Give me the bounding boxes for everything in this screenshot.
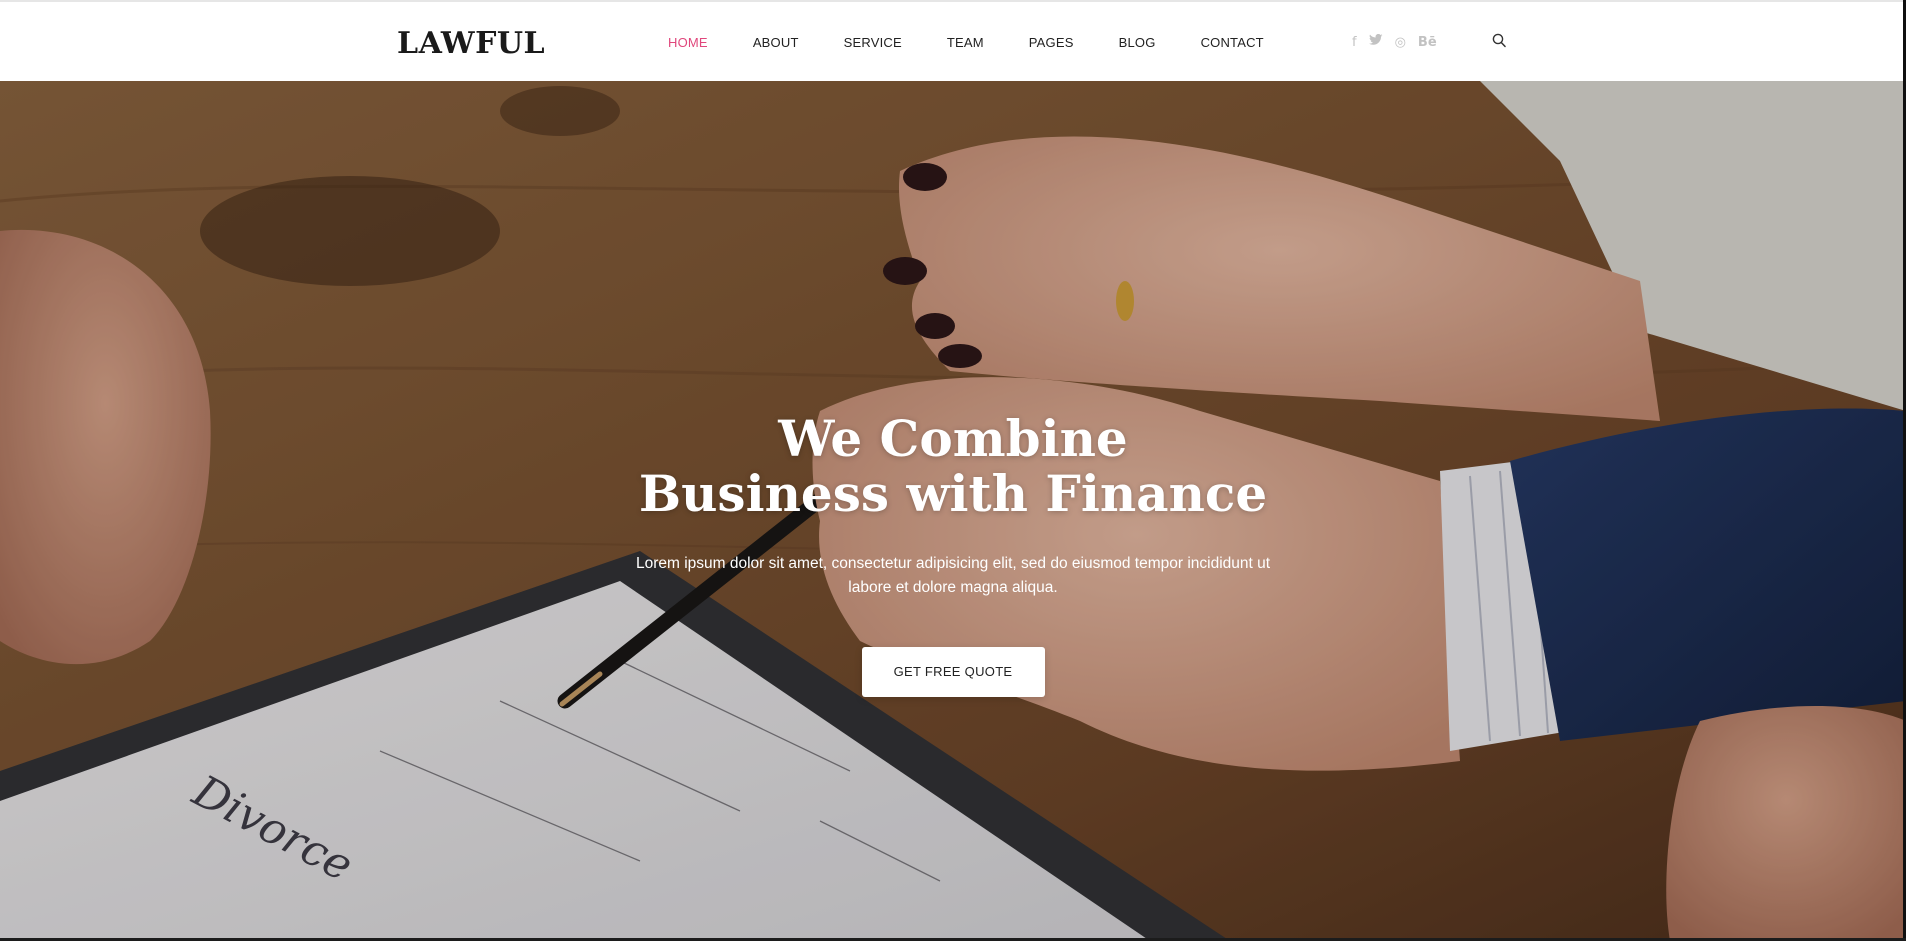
hero-title-line-2: Business with Finance: [638, 464, 1268, 523]
site-header: LAWFUL HOME ABOUT SERVICE TEAM PAGES BLO…: [0, 0, 1906, 81]
hero-title: We Combine Business with Finance: [553, 411, 1353, 521]
main-nav: HOME ABOUT SERVICE TEAM PAGES BLOG CONTA…: [668, 32, 1309, 54]
dribbble-icon[interactable]: ◎: [1395, 33, 1406, 53]
social-links: f ◎ Bē: [1352, 33, 1449, 53]
nav-item-blog[interactable]: BLOG: [1119, 32, 1156, 54]
facebook-icon[interactable]: f: [1352, 33, 1357, 53]
site-logo[interactable]: LAWFUL: [397, 24, 545, 64]
nav-item-pages[interactable]: PAGES: [1029, 32, 1074, 54]
nav-item-service[interactable]: SERVICE: [844, 32, 902, 54]
twitter-bird-glyph: [1368, 33, 1383, 45]
hero-content: We Combine Business with Finance Lorem i…: [553, 411, 1353, 697]
get-free-quote-button[interactable]: GET FREE QUOTE: [861, 647, 1045, 697]
nav-item-contact[interactable]: CONTACT: [1201, 32, 1264, 54]
hero-section: Divorce We Combine Business with Finance…: [0, 81, 1906, 941]
hero-title-line-1: We Combine: [778, 409, 1128, 468]
nav-item-home[interactable]: HOME: [668, 32, 708, 54]
search-icon: [1492, 33, 1506, 48]
behance-icon[interactable]: Bē: [1418, 33, 1437, 53]
page: LAWFUL HOME ABOUT SERVICE TEAM PAGES BLO…: [0, 0, 1906, 941]
nav-item-about[interactable]: ABOUT: [753, 32, 799, 54]
hero-description: Lorem ipsum dolor sit amet, consectetur …: [635, 555, 1271, 596]
nav-item-team[interactable]: TEAM: [947, 32, 984, 54]
twitter-icon[interactable]: [1368, 33, 1383, 53]
search-button[interactable]: [1492, 33, 1508, 51]
